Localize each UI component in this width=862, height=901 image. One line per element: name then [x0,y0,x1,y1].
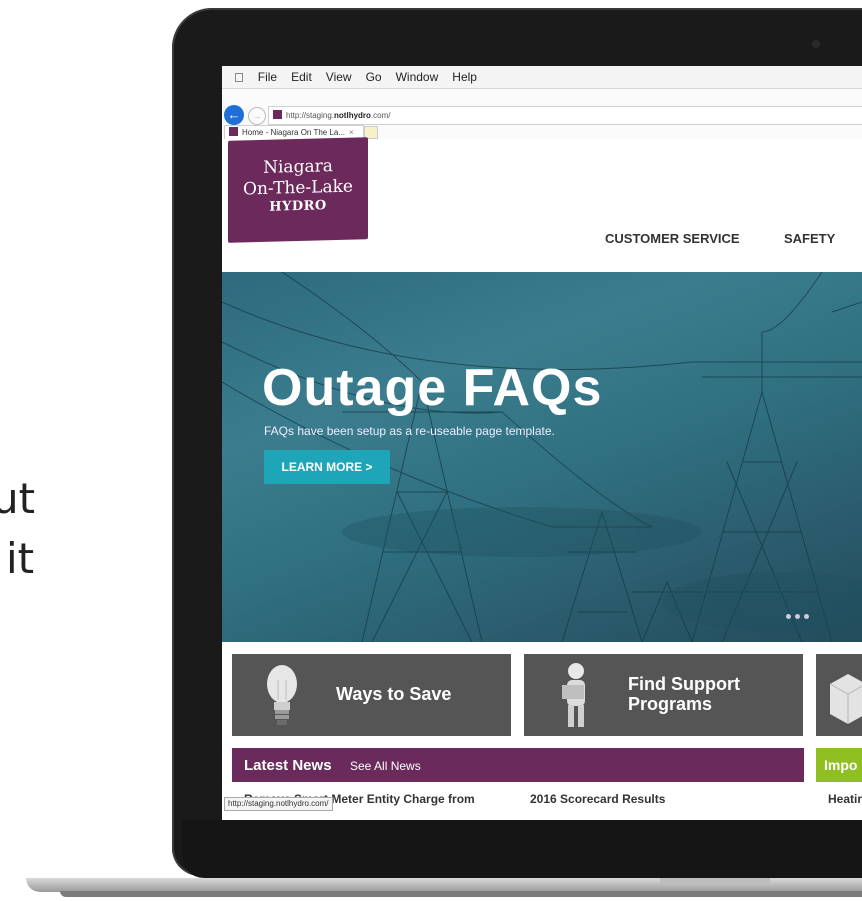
url-prefix: http://staging. [286,111,335,120]
url-domain: notlhydro [334,111,371,120]
learn-more-button[interactable]: LEARN MORE > [264,450,390,484]
site-logo[interactable]: Niagara On-The-Lake HYDRO [228,137,368,243]
logo-line-1: Niagara [263,156,333,178]
hero-subtitle: FAQs have been setup as a re-useable pag… [264,424,555,438]
tab-title: Home - Niagara On The La... [242,128,346,137]
apple-icon[interactable]:  [234,70,244,85]
site-favicon-icon [273,110,282,119]
tile-find-support-programs[interactable]: Find Support Programs [524,654,803,736]
status-bar-url: http://staging.notlhydro.com/ [224,797,333,811]
latest-news-heading: Latest News [244,757,332,774]
laptop-notch [660,878,770,884]
tile-label-line-1: Find Support [628,674,740,695]
menu-help[interactable]: Help [452,70,477,84]
logo-line-3: HYDRO [269,198,327,215]
back-arrow-icon[interactable]: ← [224,105,244,125]
camera-icon [812,40,820,48]
menu-edit[interactable]: Edit [291,70,312,84]
box-icon [829,674,862,724]
tile-label: Find Support Programs [628,654,740,736]
tab-close-icon[interactable]: × [349,128,354,137]
tab-strip: Home - Niagara On The La... × [222,125,862,139]
url-suffix: .com/ [370,111,391,120]
see-all-news-link[interactable]: See All News [350,759,421,773]
menu-go[interactable]: Go [366,70,382,84]
important-item-1[interactable]: Heatir [828,792,862,806]
tile-label-line-2: Programs [628,694,713,714]
logo-line-2: On-The-Lake [243,176,353,200]
person-puzzle-icon [562,663,585,727]
menu-file[interactable]: File [258,70,277,84]
background-text-line-1: ut [0,474,36,523]
nav-safety[interactable]: SAFETY [784,231,835,246]
news-item-2[interactable]: 2016 Scorecard Results [530,792,665,806]
tile-partial[interactable] [816,654,862,736]
tile-ways-to-save[interactable]: Ways to Save [232,654,511,736]
nav-customer-service[interactable]: CUSTOMER SERVICE [605,231,740,246]
address-bar[interactable]: http://staging.notlhydro.com/ [268,106,862,125]
site-header: Niagara On-The-Lake HYDRO CUSTOMER SERVI… [222,137,862,271]
laptop-screen:  File Edit View Go Window Help ← → http… [222,66,862,820]
hero-banner: Outage FAQs FAQs have been setup as a re… [222,272,862,642]
laptop-chin [182,820,862,878]
menu-window[interactable]: Window [396,70,439,84]
lightbulb-icon [267,665,297,725]
carousel-dots[interactable] [786,606,813,624]
forward-arrow-icon[interactable]: → [248,107,266,125]
tile-label: Ways to Save [336,684,452,705]
hero-title: Outage FAQs [262,359,603,417]
important-bar: Impo [816,748,862,782]
browser-chrome: ← → http://staging.notlhydro.com/ Home -… [222,89,862,139]
laptop-base-edge [60,891,862,897]
menu-view[interactable]: View [326,70,352,84]
background-text-line-2: it [6,534,35,583]
mac-menu-bar:  File Edit View Go Window Help [222,66,862,89]
latest-news-bar: Latest News See All News [232,748,804,782]
tab-favicon-icon [229,127,238,136]
